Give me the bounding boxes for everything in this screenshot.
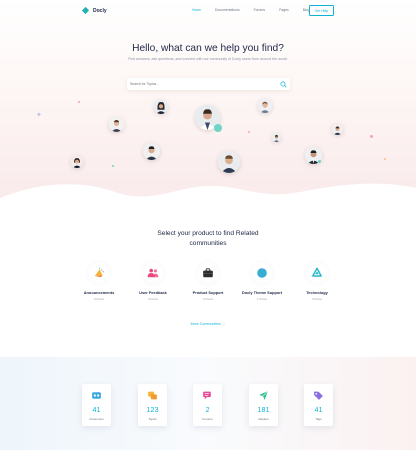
community-avatar [258,99,272,113]
search-icon[interactable] [280,80,287,88]
community-avatar [143,143,160,160]
community-avatar [71,156,83,168]
top-navbar: Docly Home Documentations Forums Pages B… [0,0,416,22]
stat-label: Forums [202,417,213,421]
category-card[interactable]: User Feedback 0 Posts [123,260,183,301]
get-help-button[interactable]: Get Help [309,5,334,16]
logo-text: Docly [93,7,107,14]
community-avatar [218,151,240,173]
megaphone-icon [94,267,104,278]
categories-title: Select your product to find Related comm… [157,230,259,247]
decorative-dot [112,165,114,167]
category-count: 0 Posts [147,297,158,301]
nav-links: Home Documentations Forums Pages Blog [192,8,323,12]
nav-link-pages[interactable]: Pages [279,8,289,12]
community-avatar [332,124,343,135]
stat-label: Tags [315,417,322,421]
logo-icon [81,6,90,15]
category-card[interactable]: Product Support 2 Posts [178,260,238,301]
stat-label: Customers [89,417,104,421]
decorative-dot [78,101,80,103]
search-input[interactable] [130,78,275,90]
stat-value: 41 [314,405,323,414]
topics-icon [147,389,159,401]
users-icon [147,268,159,278]
stat-label: Replies [258,417,269,421]
stat-label: Topics [148,417,157,421]
category-icon-wrap [86,260,112,286]
stat-card: 41 Tags [304,384,333,426]
decorative-dot [370,135,373,138]
forums-icon [202,389,214,401]
replies-icon [258,389,270,401]
category-icon-wrap [195,260,221,286]
stat-card: 41 Customers [82,384,111,426]
category-count: 1 Posts [256,297,267,301]
stat-card: 123 Topics [138,384,167,426]
community-avatar [154,100,168,114]
hero-title: Hello, what can we help you find? [132,43,284,54]
decorative-dot [248,131,250,133]
briefcase-icon [203,268,213,278]
stat-value: 2 [205,405,210,414]
decorative-dot [318,160,321,163]
community-avatar [272,133,281,142]
category-name: Announcements [83,290,115,295]
decorative-dot [214,124,222,132]
stat-value: 41 [92,405,101,414]
more-communities-link[interactable]: More Communities → [0,322,416,326]
search-bar [127,78,290,90]
category-card[interactable]: Announcements 0 Posts [69,260,129,301]
stat-card: 2 Forums [193,384,222,426]
nav-link-documentations[interactable]: Documentations [215,8,240,12]
category-count: 0 Posts [93,297,104,301]
nav-link-home[interactable]: Home [192,8,201,12]
stat-value: 181 [257,405,270,414]
category-card[interactable]: Technology 0 Posts [287,260,347,301]
category-name: Product Support [192,290,224,295]
category-count: 2 Posts [202,297,213,301]
decorative-dot [384,158,386,160]
category-card[interactable]: Docly Theme Support 1 Posts [232,260,292,301]
stat-value: 123 [146,405,159,414]
community-avatar [109,117,124,132]
category-icon-wrap [249,260,275,286]
category-name: Technology [306,290,328,295]
category-icon-wrap [140,260,166,286]
category-count: 0 Posts [311,297,322,301]
stat-card: 181 Replies [249,384,278,426]
globe-icon [257,268,267,278]
logo[interactable]: Docly [81,6,107,15]
category-name: Docly Theme Support [241,290,283,295]
nav-link-forums[interactable]: Forums [254,8,266,12]
recycle-icon [312,267,322,277]
customers-icon [91,389,103,401]
category-name: User Feedback [139,290,167,295]
hero-subtitle: Find answers, ask questions, and connect… [128,57,288,61]
category-icon-wrap [304,260,330,286]
hero-wave-divider [0,183,416,212]
decorative-dot: ✦ [36,112,42,119]
tags-icon [313,389,325,401]
